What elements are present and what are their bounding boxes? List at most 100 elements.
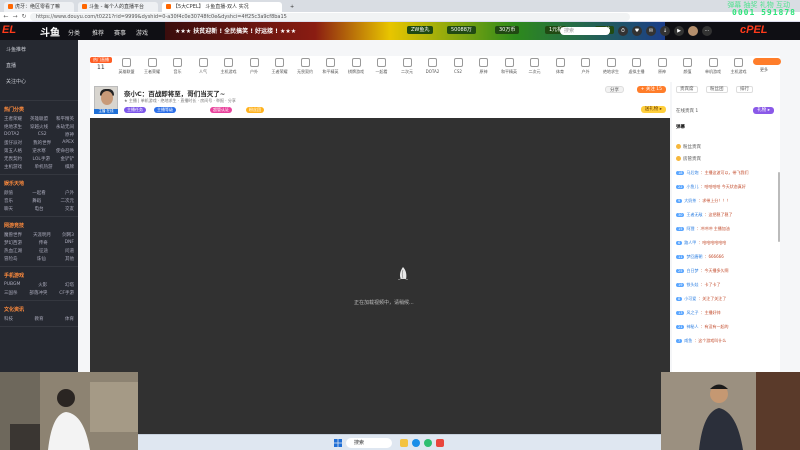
sidebar-category-link[interactable]: 传奇	[39, 240, 48, 246]
category-item[interactable]: 王者荣耀	[141, 58, 163, 75]
chat-username[interactable]: 铁头娃	[686, 282, 698, 287]
sidebar-category-link[interactable]: 原神	[65, 132, 74, 138]
sidebar-category-link[interactable]: 英雄联盟	[30, 116, 48, 122]
sidebar-category-link[interactable]: 科技	[4, 316, 13, 322]
category-item[interactable]: 和平精英	[498, 58, 520, 75]
chat-scrollbar[interactable]	[778, 172, 780, 242]
room-pill[interactable]: 主播等级	[154, 107, 176, 113]
category-item[interactable]: 和平精英	[320, 58, 342, 75]
sidebar-section-title[interactable]: 娱乐天地	[4, 180, 24, 187]
browser-tab[interactable]: 斗鱼 - 每个人的直播平台	[78, 2, 158, 12]
app-icon[interactable]	[436, 439, 444, 447]
sidebar-category-link[interactable]: 我的世界	[33, 140, 51, 146]
category-item[interactable]: 王者荣耀	[269, 58, 291, 75]
sidebar-item-live[interactable]: 直播	[6, 62, 16, 69]
sidebar-category-link[interactable]: 永劫无间	[56, 124, 74, 130]
category-item[interactable]: 一起看	[371, 58, 393, 75]
sidebar-category-link[interactable]: 冒险岛	[4, 256, 18, 262]
gift-panel-button[interactable]: 礼物 ▸	[753, 107, 774, 114]
chat-username[interactable]: 大奶茶	[684, 198, 696, 203]
category-item[interactable]: 二次元	[524, 58, 546, 75]
tab-vip[interactable]: 贵宾席	[676, 86, 698, 93]
sidebar-category-link[interactable]: 一起看	[32, 190, 46, 196]
sidebar-category-link[interactable]: 问道	[65, 248, 74, 254]
chat-username[interactable]: 小可爱	[684, 296, 696, 301]
sidebar-section-title[interactable]: 文化资讯	[4, 306, 24, 313]
browser-tab-active[interactable]: 【5大CPEL】 斗鱼直播-双人 实况	[162, 2, 282, 12]
chat-username[interactable]: 马后炮	[686, 170, 698, 175]
site-logo[interactable]: 斗鱼	[40, 24, 60, 39]
sidebar-category-link[interactable]: 音乐	[4, 198, 13, 204]
follow-icon[interactable]: ♥	[632, 26, 642, 36]
sidebar-category-link[interactable]: 王者荣耀	[4, 116, 22, 122]
sidebar-category-link[interactable]: 户外	[65, 190, 74, 196]
category-item[interactable]: 颜值	[677, 58, 699, 75]
sidebar-category-link[interactable]: 无畏契约	[4, 156, 22, 162]
category-item[interactable]: 更多	[753, 58, 781, 73]
sidebar-category-link[interactable]: 部落冲突	[29, 290, 47, 296]
category-item[interactable]: 英雄联盟	[116, 58, 138, 75]
chat-username[interactable]: 咸鱼	[684, 338, 692, 343]
sidebar-section-title[interactable]: 热门分类	[4, 106, 24, 113]
category-item[interactable]: CS2	[447, 58, 469, 74]
windows-start-icon[interactable]	[334, 439, 342, 447]
chat-username[interactable]: 王者无敌	[686, 212, 702, 217]
new-tab-button[interactable]: +	[286, 2, 296, 12]
sidebar-category-link[interactable]: 火影	[38, 282, 47, 288]
nav-games[interactable]: 游戏	[136, 28, 148, 37]
url-field[interactable]: https://www.douyu.com/t0221?rid=9999&dys…	[30, 13, 630, 21]
category-item[interactable]: 音乐	[167, 58, 189, 75]
tab-rank[interactable]: 排行	[736, 86, 753, 93]
edge-icon[interactable]	[412, 439, 420, 447]
sidebar-category-link[interactable]: 其他	[65, 256, 74, 262]
back-icon[interactable]: ←	[2, 13, 10, 21]
more-icon[interactable]: ⋯	[702, 26, 712, 36]
sidebar-category-link[interactable]: 颜值	[4, 190, 13, 196]
sidebar-section-title[interactable]: 网游竞技	[4, 222, 24, 229]
sidebar-category-link[interactable]: 逆水寒	[32, 148, 46, 154]
sidebar-section-title[interactable]: 手机游戏	[4, 272, 24, 279]
sidebar-category-link[interactable]: 体育	[65, 316, 74, 322]
sidebar-category-link[interactable]: 热血江湖	[4, 248, 22, 254]
video-player[interactable]: 正在加载视频中，请稍候...	[90, 118, 670, 450]
sidebar-category-link[interactable]: 单机热游	[35, 164, 53, 170]
sidebar-item-recommend[interactable]: 斗鱼推荐	[6, 46, 26, 53]
user-avatar[interactable]	[688, 26, 698, 36]
chat-username[interactable]: 阿狸	[686, 226, 694, 231]
category-item[interactable]: 原神	[651, 58, 673, 75]
sidebar-category-link[interactable]: 交友	[65, 206, 74, 212]
sidebar-category-link[interactable]: 蛋仔派对	[4, 140, 22, 146]
reload-icon[interactable]: ↻	[20, 13, 28, 21]
room-pill[interactable]: 粉丝团	[246, 107, 264, 113]
forward-icon[interactable]: →	[11, 13, 19, 21]
sidebar-category-link[interactable]: 第五人格	[4, 148, 22, 154]
chat-username[interactable]: 路人甲	[684, 240, 696, 245]
chat-username[interactable]: 小鱼儿	[686, 184, 698, 189]
chrome-icon[interactable]	[424, 439, 432, 447]
sidebar-category-link[interactable]: 征途	[39, 248, 48, 254]
sidebar-category-link[interactable]: 梦幻西游	[4, 240, 22, 246]
nav-recommend[interactable]: 推荐	[92, 28, 104, 37]
sidebar-category-link[interactable]: DNF	[65, 240, 74, 246]
sidebar-category-link[interactable]: 和平精英	[56, 116, 74, 122]
gift-button[interactable]: 送礼物 ▸	[640, 106, 666, 113]
category-item[interactable]: 户外	[243, 58, 265, 75]
category-item[interactable]: 无畏契约	[294, 58, 316, 75]
follow-button[interactable]: + 关注 15	[636, 86, 666, 93]
sidebar-category-link[interactable]: 诛仙	[37, 256, 46, 262]
nav-events[interactable]: 赛事	[114, 28, 126, 37]
sidebar-category-link[interactable]: 聊天	[4, 206, 13, 212]
nav-category[interactable]: 分类	[68, 28, 80, 37]
sidebar-item-follow[interactable]: 关注中心	[6, 78, 26, 85]
category-item[interactable]: 人气	[192, 58, 214, 75]
sidebar-category-link[interactable]: 金铲铲	[61, 156, 75, 162]
sidebar-category-link[interactable]: CF手游	[59, 290, 74, 296]
browser-tab[interactable]: 虎牙：绝区零看了嘛	[4, 2, 74, 12]
sidebar-category-link[interactable]: 二次元	[61, 198, 75, 204]
category-item[interactable]: 体育	[549, 58, 571, 75]
room-pill[interactable]: 超管认证	[210, 107, 232, 113]
sidebar-category-link[interactable]: 穿越火线	[30, 124, 48, 130]
download-icon[interactable]: ↓	[660, 26, 670, 36]
category-item[interactable]: 虚拟主播	[626, 58, 648, 75]
sidebar-category-link[interactable]: PUBGM	[4, 282, 20, 288]
